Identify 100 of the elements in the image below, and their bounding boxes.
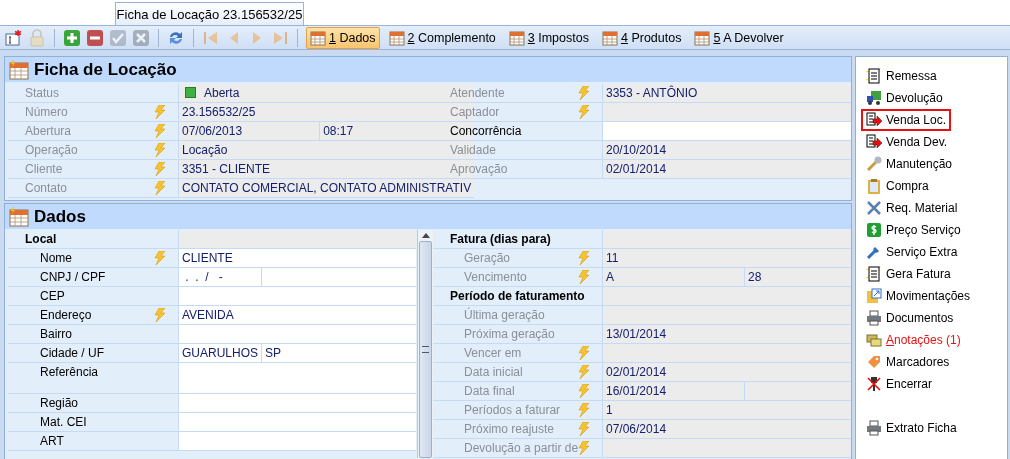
field-label: Períodos a faturar — [464, 403, 561, 417]
field-value[interactable] — [179, 287, 416, 305]
lightning-icon[interactable] — [154, 143, 166, 157]
section-header: Ficha de Locação — [5, 57, 851, 82]
folder-icon — [866, 288, 882, 304]
stop-icon — [866, 376, 882, 392]
field-value: 11 — [603, 249, 851, 267]
field-value[interactable] — [179, 394, 416, 412]
table-icon — [9, 59, 29, 80]
field-label: Status — [25, 86, 60, 100]
field-label: Concorrência — [450, 124, 522, 138]
field-value[interactable] — [179, 413, 416, 431]
field-label: Próximo reajuste — [464, 422, 555, 436]
field-label: Próxima geração — [464, 327, 555, 341]
sidebar-item[interactable]: Remessa — [861, 65, 942, 87]
truck-icon — [866, 90, 882, 106]
add-icon[interactable] — [63, 28, 81, 47]
field-value: A — [603, 268, 744, 286]
field-value[interactable] — [179, 363, 416, 393]
sidebar-item[interactable]: Req. Material — [861, 197, 963, 219]
field-label: Fatura (dias para) — [450, 232, 551, 246]
lightning-icon[interactable] — [154, 308, 166, 322]
field-label: CNPJ / CPF — [40, 270, 106, 284]
clipboard-icon — [866, 178, 882, 194]
field-value[interactable]: . . / - — [179, 268, 261, 286]
field-value[interactable] — [261, 268, 416, 286]
lightning-icon[interactable] — [154, 162, 166, 176]
document-icon — [866, 266, 882, 282]
tab[interactable]: 1 Dados — [306, 26, 380, 49]
field-label: Operação — [25, 143, 78, 157]
document-tab[interactable]: Ficha de Locação 23.156532/25 — [115, 2, 304, 25]
sidebar-item[interactable]: Venda Loc. — [861, 109, 952, 131]
field-label: Abertura — [25, 124, 72, 138]
field-label: Última geração — [464, 308, 545, 322]
field-label: Endereço — [40, 308, 92, 322]
field-value[interactable]: AVENIDA — [179, 306, 416, 324]
field-label: Geração — [464, 251, 511, 265]
lightning-icon[interactable] — [154, 105, 166, 119]
field-value[interactable]: GUARULHOS — [179, 344, 261, 362]
sidebar-item[interactable]: Serviço Extra — [861, 241, 963, 263]
sidebar-item[interactable]: Gera Fatura — [861, 263, 956, 285]
field-value[interactable] — [179, 325, 416, 343]
lightning-icon[interactable] — [578, 441, 591, 455]
field-value[interactable] — [179, 432, 416, 450]
field-value: 07/06/2013 — [179, 122, 320, 140]
lightning-icon[interactable] — [154, 124, 166, 138]
document-icon — [866, 68, 882, 84]
notes-icon — [866, 332, 882, 348]
printer-icon — [866, 310, 882, 326]
field-value[interactable]: SP — [261, 344, 416, 362]
tab[interactable]: 5 A Devolver — [690, 26, 788, 49]
new-record-icon[interactable] — [5, 28, 23, 47]
sidebar-item[interactable]: Manutenção — [861, 153, 958, 175]
dollar-icon — [866, 222, 882, 238]
lightning-icon[interactable] — [578, 365, 590, 379]
table-icon — [694, 29, 711, 46]
table-icon — [508, 29, 525, 46]
field-value: 02/01/2014 — [603, 160, 851, 178]
field-label: CEP — [40, 289, 65, 303]
field-label: Data final — [464, 384, 515, 398]
table-icon — [310, 29, 326, 46]
sidebar-item[interactable]: Anotações (1) — [861, 329, 966, 351]
field-value[interactable]: CLIENTE — [179, 249, 416, 267]
lightning-icon[interactable] — [154, 181, 166, 195]
scrollbar[interactable] — [417, 230, 433, 458]
field-value[interactable] — [603, 122, 851, 140]
remove-icon[interactable] — [86, 28, 104, 47]
printer-icon — [866, 420, 882, 436]
field-value: 13/01/2014 — [603, 325, 851, 343]
lightning-icon[interactable] — [154, 251, 166, 265]
lightning-icon[interactable] — [578, 346, 590, 360]
lightning-icon[interactable] — [578, 270, 590, 284]
sidebar-item[interactable]: Encerrar — [861, 373, 937, 395]
tab[interactable]: 3 Impostos — [504, 26, 593, 49]
sidebar-item[interactable]: Devolução — [861, 87, 948, 109]
sidebar-item[interactable]: Extrato Ficha — [861, 417, 962, 439]
tab[interactable]: 2 Complemento — [384, 26, 500, 49]
field-label: Devolução a partir de — [464, 441, 579, 455]
field-label: Referência — [40, 365, 99, 379]
field-label: Vencer em — [464, 346, 522, 360]
lightning-icon[interactable] — [578, 105, 590, 119]
sidebar-item[interactable]: Movimentações — [861, 285, 976, 307]
lightning-icon[interactable] — [578, 86, 590, 100]
field-label: Mat. CEI — [40, 415, 87, 429]
lightning-icon[interactable] — [578, 384, 590, 398]
lightning-icon[interactable] — [578, 403, 590, 417]
sidebar-item[interactable]: Marcadores — [861, 351, 955, 373]
field-value: 28 — [744, 268, 851, 286]
sidebar-item[interactable]: Compra — [861, 175, 934, 197]
lightning-icon[interactable] — [578, 251, 590, 265]
tab[interactable]: 4 Produtos — [597, 26, 686, 49]
section-header: Dados — [5, 204, 851, 229]
lightning-icon[interactable] — [578, 422, 590, 436]
field-value: 07/06/2014 — [603, 420, 851, 438]
field-label: Nome — [40, 251, 72, 265]
sidebar-item[interactable]: Documentos — [861, 307, 959, 329]
field-value: 3353 - ANTÔNIO — [603, 84, 851, 102]
sidebar-item[interactable]: Preço Serviço — [861, 219, 966, 241]
sidebar-item[interactable]: Venda Dev. — [861, 131, 953, 153]
field-value: 1 — [603, 401, 851, 419]
